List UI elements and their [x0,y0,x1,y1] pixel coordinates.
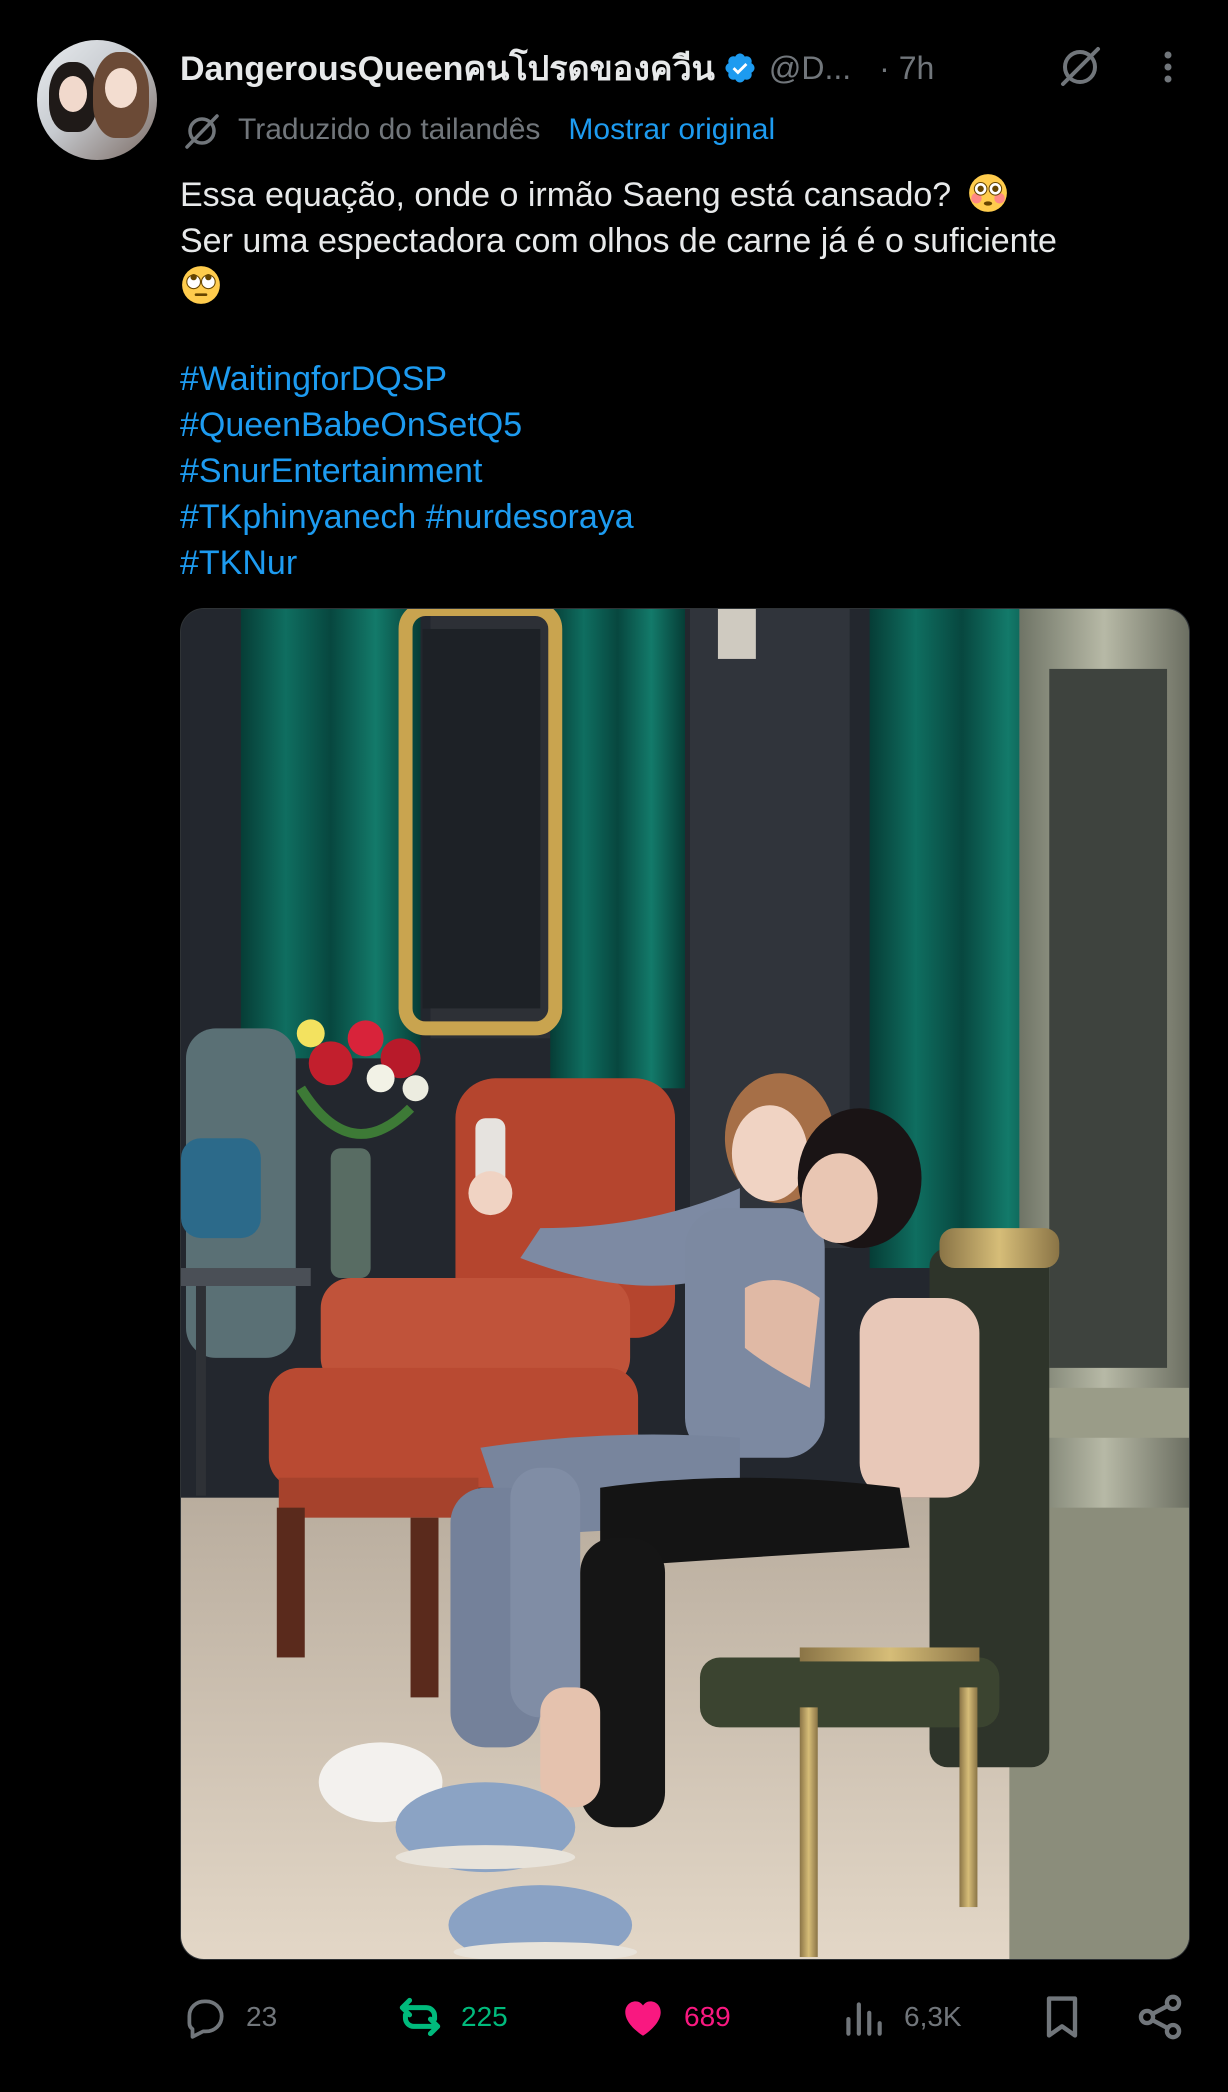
views-count: 6,3K [904,2001,962,2032]
author-name[interactable]: DangerousQueenคนโปรดของควีน [180,41,715,95]
avatar[interactable] [37,40,157,160]
share-icon [1138,1994,1182,2040]
post-screen: DangerousQueenคนโปรดของควีน @D... · 7h T… [0,0,1228,2092]
hashtag-link[interactable]: #TKphinyanech [180,498,416,536]
author-handle[interactable]: @D... [769,50,851,87]
hashtag-link[interactable]: #SnurEntertainment [180,452,482,490]
hashtag-link[interactable]: #QueenBabeOnSetQ5 [180,406,522,444]
translated-label: Traduzido do tailandês [238,113,541,146]
author-row: DangerousQueenคนโปรดของควีน @D... · 7h [180,44,1190,92]
show-original-link[interactable]: Mostrar original [568,113,775,147]
bookmark-button[interactable] [1036,1982,1088,2052]
post-text: Essa equação, onde o irmão Saeng está ca… [180,172,1190,310]
reply-button[interactable]: 23 [180,1982,277,2052]
post-text-line: Essa equação, onde o irmão Saeng está ca… [180,172,1190,218]
repost-button[interactable]: 225 [395,1982,508,2052]
reply-count: 23 [246,2001,278,2032]
views-button[interactable]: 6,3K [838,1982,962,2052]
translation-bar: Traduzido do tailandês Mostrar original [180,108,775,152]
photo-illustration [181,609,1189,1959]
more-icon[interactable] [1148,42,1188,92]
hashtag-link[interactable]: #TKNur [180,544,297,582]
heart-icon [625,2001,661,2036]
views-icon [846,2002,882,2036]
hashtags: #WaitingforDQSP #QueenBabeOnSetQ5 #SnurE… [180,356,1190,586]
action-bar: 23 225 689 6,3K [0,1982,1228,2052]
post-text-line [180,264,1190,310]
reply-icon [187,1999,224,2039]
hashtag-link[interactable]: #nurdesoraya [426,498,634,536]
share-button[interactable] [1134,1982,1186,2052]
post-text-line: Ser uma espectadora com olhos de carne j… [180,222,1057,260]
like-button[interactable]: 689 [618,1982,731,2052]
verified-badge-icon [725,53,755,83]
hashtag-link[interactable]: #WaitingforDQSP [180,360,447,398]
post-image[interactable] [180,608,1190,1960]
translate-icon [185,114,219,149]
post-time[interactable]: · 7h [879,50,934,87]
flushed-face-emoji [968,174,1007,212]
grok-icon[interactable] [1055,42,1105,92]
repost-count: 225 [461,2001,508,2032]
bookmark-icon [1046,1996,1078,2038]
repost-icon [399,1997,441,2037]
like-count: 689 [684,2001,731,2032]
rolling-eyes-emoji [182,266,220,304]
